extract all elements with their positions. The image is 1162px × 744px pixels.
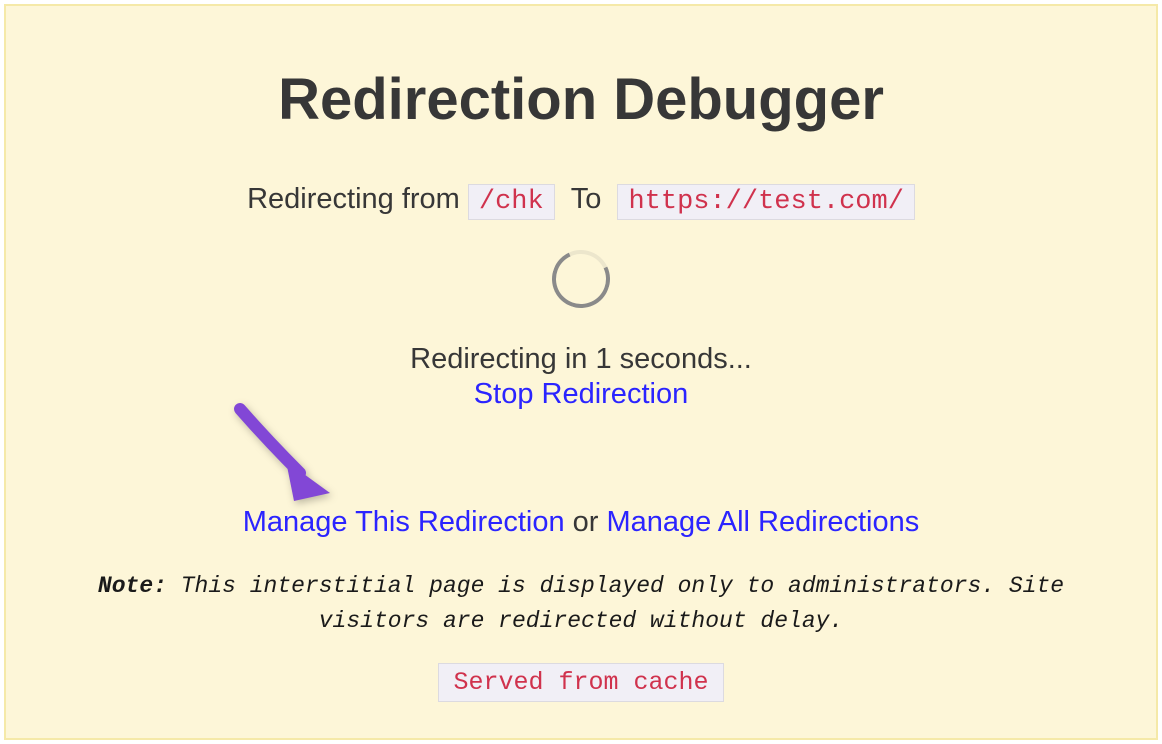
redirect-info-line: Redirecting from /chk To https://test.co… bbox=[36, 183, 1126, 220]
redirect-from-label: Redirecting from bbox=[247, 183, 460, 215]
loading-spinner-icon bbox=[544, 242, 618, 316]
note-label: Note: bbox=[98, 573, 167, 599]
manage-this-redirection-link[interactable]: Manage This Redirection bbox=[243, 506, 565, 538]
spinner-container bbox=[36, 250, 1126, 308]
note-text: This interstitial page is displayed only… bbox=[167, 573, 1064, 634]
manage-links-line: Manage This Redirection or Manage All Re… bbox=[36, 506, 1126, 539]
redirect-to-value: https://test.com/ bbox=[617, 184, 914, 220]
redirect-to-label: To bbox=[571, 183, 602, 215]
manage-all-redirections-link[interactable]: Manage All Redirections bbox=[607, 506, 920, 538]
stop-redirection-link[interactable]: Stop Redirection bbox=[474, 378, 688, 410]
countdown-text: Redirecting in 1 seconds... bbox=[36, 343, 1126, 376]
stop-redirection-wrap: Stop Redirection bbox=[474, 378, 688, 411]
served-from-cache-badge: Served from cache bbox=[438, 663, 723, 702]
cache-badge-wrap: Served from cache bbox=[36, 663, 1126, 702]
arrow-annotation-icon bbox=[228, 401, 348, 511]
redirect-from-value: /chk bbox=[468, 184, 555, 220]
admin-note: Note: This interstitial page is displaye… bbox=[36, 569, 1126, 638]
debugger-panel: Redirection Debugger Redirecting from /c… bbox=[4, 4, 1158, 740]
manage-separator: or bbox=[565, 506, 607, 538]
page-title: Redirection Debugger bbox=[36, 66, 1126, 133]
